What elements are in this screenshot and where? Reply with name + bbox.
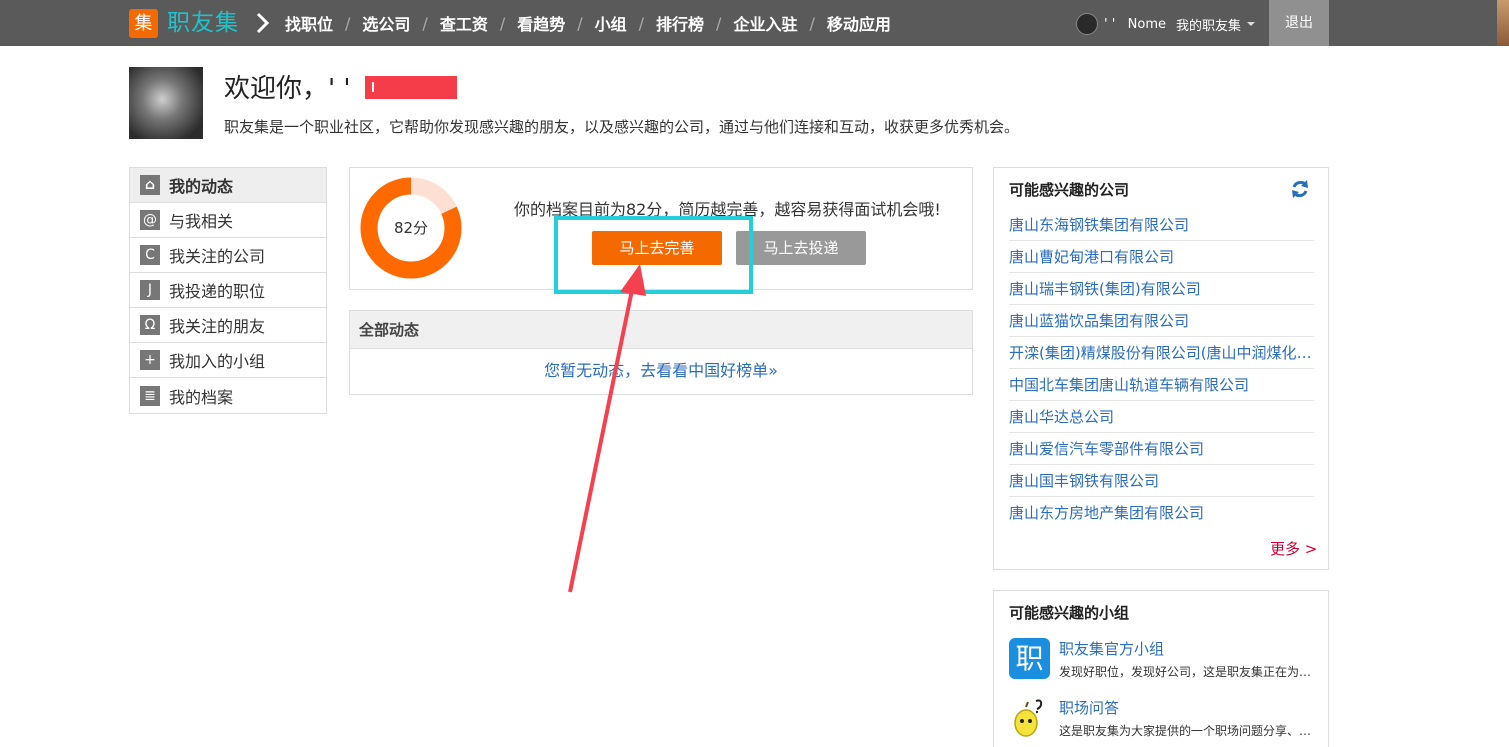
score-message: 你的档案目前为82分，简历越完善，越容易获得面试机会哦! xyxy=(514,200,941,219)
side-menu: ⌂ 我的动态 @ 与我相关 C 我关注的公司 J 我投递的职位 Ω 我关注的朋友… xyxy=(129,167,327,414)
my-profile-link[interactable]: 我的职友集 xyxy=(1176,15,1241,34)
company-link[interactable]: 唐山东海钢铁集团有限公司 xyxy=(1009,209,1314,241)
logout-button[interactable]: 退出 xyxy=(1269,0,1329,46)
logo-text[interactable]: 职友集 xyxy=(167,7,239,39)
user-name[interactable]: ' ' Nome xyxy=(1104,17,1166,32)
nav-item-rankings[interactable]: 排行榜 xyxy=(656,11,704,35)
home-icon: ⌂ xyxy=(140,175,160,195)
activity-panel: 全部动态 您暂无动态，去看看中国好榜单» xyxy=(349,310,973,395)
nav-item-trends[interactable]: 看趋势 xyxy=(517,11,565,35)
menu-item-my-profile[interactable]: ≣ 我的档案 xyxy=(130,378,326,413)
menu-item-label: 我的档案 xyxy=(169,387,234,407)
company-link[interactable]: 唐山国丰钢铁有限公司 xyxy=(1009,465,1314,497)
profile-score-card: 82分 你的档案目前为82分，简历越完善，越容易获得面试机会哦! 马上去完善 马… xyxy=(349,167,973,290)
group-description: 这是职友集为大家提供的一个职场问题分享、交流的平台 xyxy=(1059,724,1314,738)
complete-profile-button[interactable]: 马上去完善 xyxy=(592,231,722,265)
group-item[interactable]: 职场问答 这是职友集为大家提供的一个职场问题分享、交流的平台 xyxy=(1009,697,1319,741)
profile-photo[interactable] xyxy=(129,67,203,139)
chevron-right-icon xyxy=(256,12,270,34)
more-companies-link[interactable]: 更多 > xyxy=(1270,538,1317,559)
nav-separator: / xyxy=(577,13,583,33)
nav-item-mobile[interactable]: 移动应用 xyxy=(827,11,891,35)
score-value: 82分 xyxy=(393,219,429,237)
menu-item-label: 我关注的朋友 xyxy=(169,317,266,336)
menu-item-joined-groups[interactable]: + 我加入的小组 xyxy=(130,343,326,378)
refresh-icon[interactable] xyxy=(1290,178,1310,200)
at-icon: @ xyxy=(140,210,160,230)
group-icon: + xyxy=(140,350,160,370)
company-link[interactable]: 开滦(集团)精煤股份有限公司(唐山中润煤化工公司) xyxy=(1009,337,1314,369)
company-link[interactable]: 唐山东方房地产集团有限公司 xyxy=(1009,497,1314,529)
nav-separator: / xyxy=(809,13,815,33)
profile-icon: ≣ xyxy=(140,385,160,406)
job-icon: J xyxy=(140,280,160,300)
user-avatar[interactable] xyxy=(1076,13,1098,35)
menu-item-label: 我加入的小组 xyxy=(169,352,266,371)
nav-separator: / xyxy=(499,13,506,33)
friend-icon: Ω xyxy=(140,315,160,335)
activity-empty-link[interactable]: 您暂无动态，去看看中国好榜单» xyxy=(350,349,972,393)
menu-item-label: 我投递的职位 xyxy=(169,282,266,301)
nav-item-groups[interactable]: 小组 xyxy=(595,11,627,35)
nav-item-jobs[interactable]: 找职位 xyxy=(285,11,333,35)
menu-item-followed-friends[interactable]: Ω 我关注的朋友 xyxy=(130,308,326,343)
group-item[interactable]: 职 职友集官方小组 发现好职位，发现好公司，这是职友集正在为你做的事情 xyxy=(1009,638,1319,682)
apply-jobs-button[interactable]: 马上去投递 xyxy=(736,231,866,265)
suggested-companies-panel: 可能感兴趣的公司 唐山东海钢铁集团有限公司 唐山曹妃甸港口有限公司 唐山瑞丰钢铁… xyxy=(993,167,1329,570)
activity-title: 全部动态 xyxy=(350,311,972,349)
group-description: 发现好职位，发现好公司，这是职友集正在为你做的事情 xyxy=(1059,665,1314,679)
nav-item-salary[interactable]: 查工资 xyxy=(440,11,488,35)
groups-title: 可能感兴趣的小组 xyxy=(1009,604,1130,622)
menu-item-mentions[interactable]: @ 与我相关 xyxy=(130,203,326,238)
company-link[interactable]: 唐山曹妃甸港口有限公司 xyxy=(1009,241,1314,273)
group-logo-icon[interactable]: 职 xyxy=(1009,638,1050,679)
companies-title: 可能感兴趣的公司 xyxy=(1009,181,1130,199)
nav-item-companies[interactable]: 选公司 xyxy=(362,11,410,35)
menu-item-label: 我关注的公司 xyxy=(169,247,266,266)
menu-item-followed-companies[interactable]: C 我关注的公司 xyxy=(130,238,326,273)
menu-item-label: 我的动态 xyxy=(169,177,234,196)
caret-down-icon[interactable] xyxy=(1247,22,1256,26)
company-link[interactable]: 中国北车集团唐山轨道车辆有限公司 xyxy=(1009,369,1314,401)
group-name[interactable]: 职友集官方小组 xyxy=(1059,638,1164,659)
user-menu[interactable]: ' ' Nome 我的职友集 xyxy=(1076,13,1256,35)
suggested-groups-panel: 可能感兴趣的小组 职 职友集官方小组 发现好职位，发现好公司，这是职友集正在为你… xyxy=(993,590,1329,747)
site-intro: 职友集是一个职业社区，它帮助你发现感兴趣的朋友，以及感兴趣的公司，通过与他们连接… xyxy=(224,118,1020,136)
top-navigation-bar: 集 职友集 找职位 / 选公司 / 查工资 / 看趋势 / 小组 / 排行榜 /… xyxy=(0,0,1509,46)
pear-mascot-icon[interactable] xyxy=(1009,697,1050,738)
group-name[interactable]: 职场问答 xyxy=(1059,697,1119,718)
menu-item-label: 与我相关 xyxy=(169,212,234,231)
logo-icon[interactable]: 集 xyxy=(129,9,158,38)
nav-separator: / xyxy=(422,13,428,33)
main-nav: 找职位 / 选公司 / 查工资 / 看趋势 / 小组 / 排行榜 / 企业入驻 … xyxy=(285,0,891,46)
company-list: 唐山东海钢铁集团有限公司 唐山曹妃甸港口有限公司 唐山瑞丰钢铁(集团)有限公司 … xyxy=(1009,209,1314,529)
menu-item-my-activity[interactable]: ⌂ 我的动态 xyxy=(130,168,326,203)
nav-item-enterprise[interactable]: 企业入驻 xyxy=(733,11,797,35)
company-link[interactable]: 唐山瑞丰钢铁(集团)有限公司 xyxy=(1009,273,1314,305)
company-link[interactable]: 唐山蓝猫饮品集团有限公司 xyxy=(1009,305,1314,337)
welcome-heading: 欢迎你，' ' xyxy=(224,74,351,104)
nav-separator: / xyxy=(345,13,351,33)
edge-photo-strip xyxy=(1497,0,1509,46)
redaction-mark xyxy=(365,76,457,99)
nav-separator: / xyxy=(716,13,722,33)
company-icon: C xyxy=(140,245,160,265)
company-link[interactable]: 唐山爱信汽车零部件有限公司 xyxy=(1009,433,1314,465)
company-link[interactable]: 唐山华达总公司 xyxy=(1009,401,1314,433)
menu-item-applied-jobs[interactable]: J 我投递的职位 xyxy=(130,273,326,308)
nav-separator: / xyxy=(638,13,645,33)
